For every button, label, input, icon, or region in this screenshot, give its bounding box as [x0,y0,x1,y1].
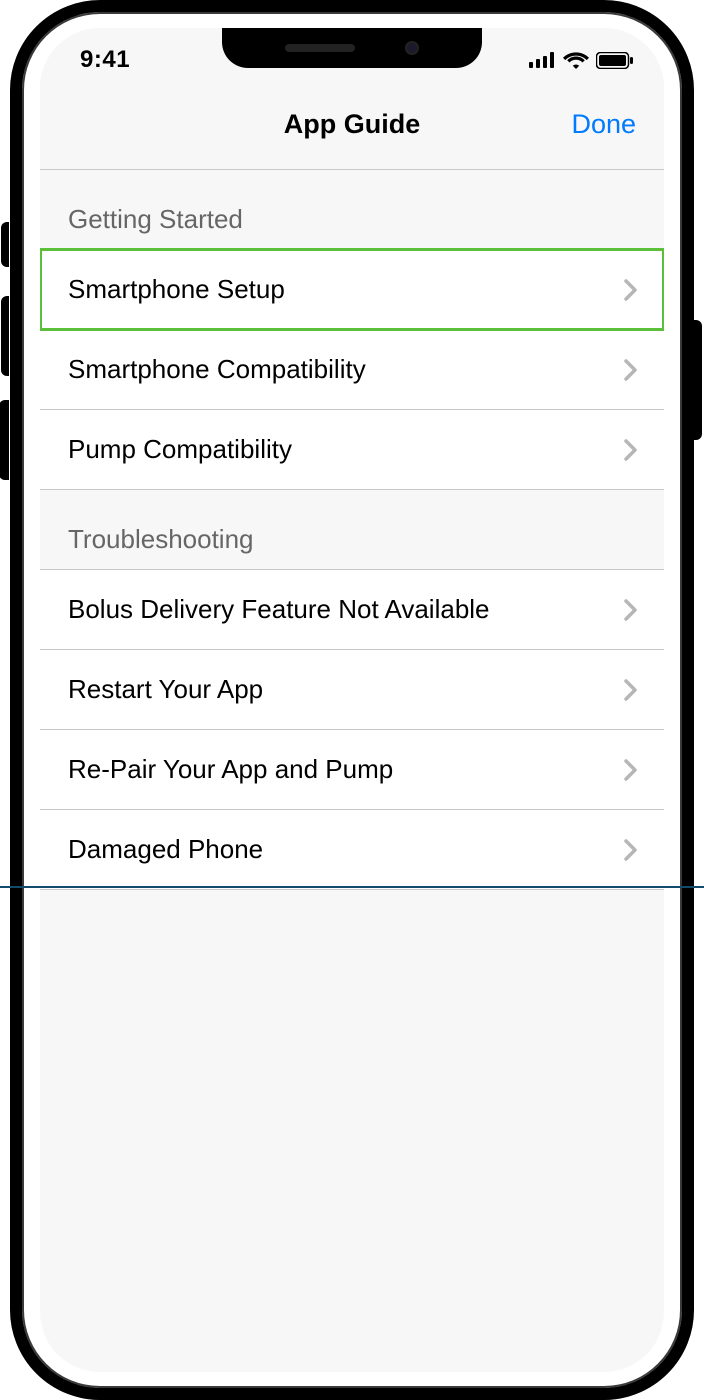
notch [222,28,482,68]
nav-bar: App Guide Done [40,80,664,170]
list-item[interactable]: Damaged Phone [40,810,664,890]
list-item-label: Bolus Delivery Feature Not Available [68,594,490,625]
phone-volume-up [1,296,9,376]
cellular-signal-icon [529,52,556,68]
list-group: Bolus Delivery Feature Not Available Rest… [40,569,664,890]
list-item-label: Pump Compatibility [68,434,292,465]
page-title: App Guide [284,109,421,140]
list-item[interactable]: Smartphone Setup [40,249,664,330]
screen: 9:41 App Guide Done Getting StartedSmart… [40,28,664,1372]
list-item-label: Smartphone Compatibility [68,354,366,385]
wifi-icon [563,51,589,69]
chevron-right-icon [624,359,638,381]
chevron-right-icon [624,839,638,861]
chevron-right-icon [624,759,638,781]
list-item[interactable]: Bolus Delivery Feature Not Available [40,569,664,650]
status-time: 9:41 [80,46,130,74]
list-item[interactable]: Pump Compatibility [40,410,664,490]
list-item-label: Re-Pair Your App and Pump [68,754,393,785]
list-item-label: Damaged Phone [68,834,263,865]
phone-side-button [694,320,702,440]
list-item[interactable]: Re-Pair Your App and Pump [40,730,664,810]
list-item[interactable]: Restart Your App [40,650,664,730]
phone-frame: 9:41 App Guide Done Getting StartedSmart… [10,0,694,1400]
chevron-right-icon [624,439,638,461]
list-item[interactable]: Smartphone Compatibility [40,330,664,410]
section-header: Getting Started [40,170,664,249]
content-list: Getting StartedSmartphone SetupSmartphon… [40,170,664,890]
chevron-right-icon [624,679,638,701]
section-header: Troubleshooting [40,490,664,569]
list-item-label: Restart Your App [68,674,263,705]
phone-volume-down [0,400,9,480]
chevron-right-icon [624,279,638,301]
done-button[interactable]: Done [571,109,636,140]
phone-silent-switch [1,222,9,267]
battery-icon [596,52,634,69]
list-group: Smartphone Setup Smartphone Compatibility… [40,249,664,490]
list-item-label: Smartphone Setup [68,274,285,305]
chevron-right-icon [624,599,638,621]
